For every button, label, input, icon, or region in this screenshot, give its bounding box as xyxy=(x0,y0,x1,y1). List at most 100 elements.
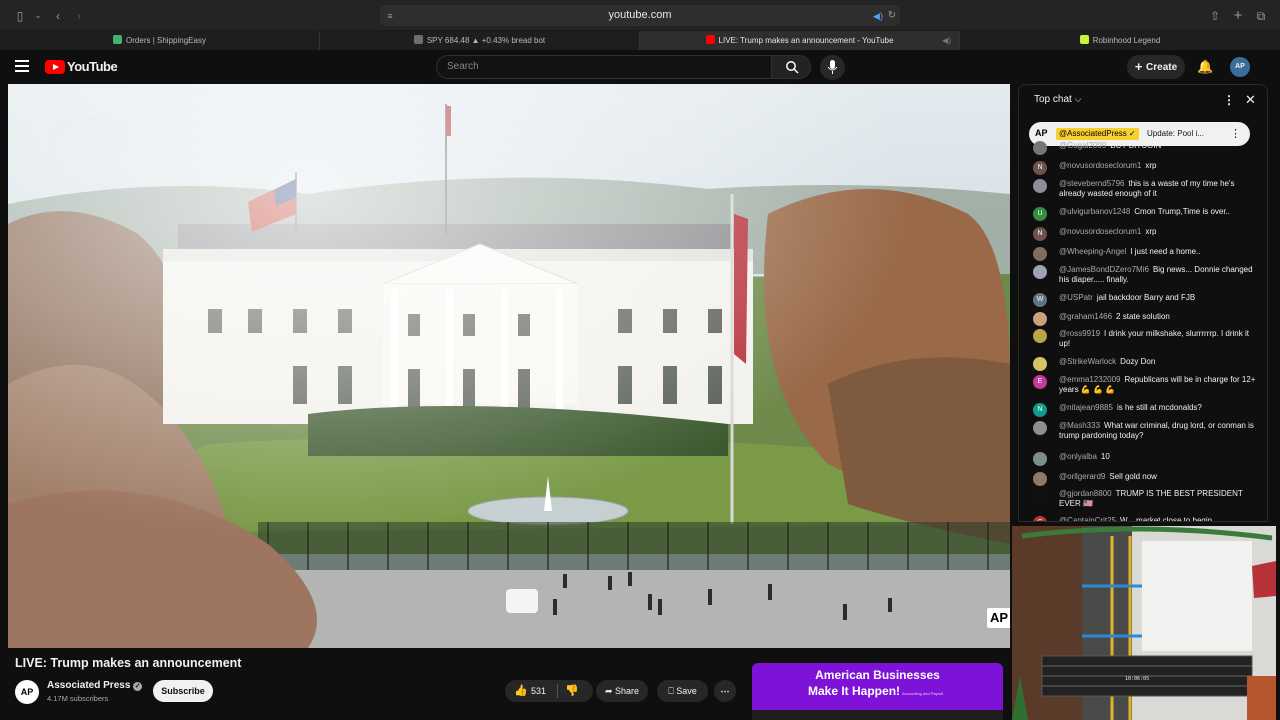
forward-button[interactable]: › xyxy=(71,8,87,24)
chat-message-body: @JamesBondDZero7Mi6 Big news... Donnie ch… xyxy=(1059,265,1261,285)
chat-author[interactable]: @USPatr xyxy=(1059,293,1093,302)
tab-robinhood[interactable]: Robinhood Legend xyxy=(960,31,1280,50)
chat-author[interactable]: @CaptainCrit25 xyxy=(1059,516,1116,521)
tab-label: Robinhood Legend xyxy=(1092,36,1161,45)
notifications-bell-icon[interactable]: 🔔 xyxy=(1197,59,1213,75)
share-button[interactable]: ➦ Share xyxy=(596,680,648,702)
chat-avatar xyxy=(1033,179,1047,193)
chat-message-body: @Wheeping-Angel I just need a home.. xyxy=(1059,247,1261,257)
close-chat-icon[interactable]: ✕ xyxy=(1245,92,1256,108)
mute-tab-icon[interactable]: ◀) xyxy=(942,31,951,50)
sidebar-toggle-icon[interactable]: ▯ xyxy=(12,8,28,24)
chat-author[interactable]: @JamesBondDZero7Mi6 xyxy=(1059,265,1149,274)
chat-message-list[interactable]: @Gugal2009 BUY BITCOIN N @novusordoseclorum… xyxy=(1019,141,1267,521)
chat-message-body: @StrikeWarlock Dozy Don xyxy=(1059,357,1261,367)
ad-line-2: Make It Happen! xyxy=(808,684,901,698)
chat-text: jail backdoor Barry and FJB xyxy=(1096,293,1196,302)
chevron-down-icon[interactable]: ⌄ xyxy=(30,8,46,24)
chat-author[interactable]: @novusordoseclorum1 xyxy=(1059,161,1141,170)
tab-youtube[interactable]: LIVE: Trump makes an announcement - YouT… xyxy=(640,31,960,50)
chat-avatar xyxy=(1033,312,1047,326)
robinhood-favicon-icon xyxy=(1079,35,1089,44)
verified-badge-icon: ✓ xyxy=(133,682,143,691)
chat-message-body: @Gugal2009 BUY BITCOIN xyxy=(1059,141,1261,151)
address-bar[interactable]: ≡ youtube.com ◀) ↻ xyxy=(380,5,900,26)
chat-mode-label: Top chat xyxy=(1034,94,1072,105)
chat-avatar: C xyxy=(1033,516,1047,521)
chat-author[interactable]: @graham1466 xyxy=(1059,312,1112,321)
divider xyxy=(557,684,558,698)
chat-more-icon[interactable]: ⋮ xyxy=(1223,93,1235,107)
chat-message-body: @CaptainCrit25 W... market close to begin xyxy=(1059,516,1261,521)
chat-author[interactable]: @Wheeping-Angel xyxy=(1059,247,1126,256)
chat-text: xrp xyxy=(1145,161,1157,170)
chat-message-body: @gjordan8800 TRUMP IS THE BEST PRESIDENT … xyxy=(1059,489,1261,509)
tab-overview-icon[interactable]: ⧉ xyxy=(1253,8,1269,24)
new-tab-icon[interactable]: + xyxy=(1230,8,1246,24)
chat-message-body: @graham1466 2 state solution xyxy=(1059,312,1261,322)
voice-search-button[interactable] xyxy=(820,55,845,80)
chat-author[interactable]: @Mash333 xyxy=(1059,421,1100,430)
dislike-button[interactable]: 👎 xyxy=(565,680,579,702)
chat-text: Sell gold now xyxy=(1109,472,1157,481)
chat-avatar: U xyxy=(1033,207,1047,221)
more-actions-icon[interactable]: ⋯ xyxy=(714,680,736,702)
youtube-logo-text[interactable]: YouTube xyxy=(67,59,118,74)
chat-message-body: @USPatr jail backdoor Barry and FJB xyxy=(1059,293,1261,303)
tab-shippingeasy[interactable]: Orders | ShippingEasy xyxy=(0,31,320,50)
search-icon xyxy=(786,61,799,74)
tab-bar: Orders | ShippingEasy SPY 684.48 ▲ +0.43… xyxy=(0,31,1280,50)
chat-message-body: @novusordoseclorum1 xrp xyxy=(1059,227,1261,237)
tab-label: SPY 684.48 ▲ +0.43% bread bot xyxy=(426,36,546,45)
chat-author[interactable]: @StrikeWarlock xyxy=(1059,357,1116,366)
chat-avatar xyxy=(1033,247,1047,261)
chat-avatar xyxy=(1033,141,1047,155)
youtube-logo-icon[interactable] xyxy=(45,60,65,74)
channel-avatar[interactable]: AP xyxy=(15,680,39,704)
picture-in-picture-webcam[interactable]: 10:06:05 xyxy=(1012,526,1276,720)
chat-text: Dozy Don xyxy=(1120,357,1156,366)
search-button[interactable] xyxy=(771,55,811,79)
chat-author[interactable]: @ross9919 xyxy=(1059,329,1100,338)
chat-avatar xyxy=(1033,421,1047,435)
subscriber-count: 4.17M subscribers xyxy=(47,694,109,703)
chat-author[interactable]: @emma1232009 xyxy=(1059,375,1121,384)
chat-author[interactable]: @stevebernd5796 xyxy=(1059,179,1125,188)
account-avatar[interactable]: AP xyxy=(1230,57,1250,77)
menu-icon[interactable] xyxy=(15,60,29,72)
tradingview-favicon-icon xyxy=(413,35,423,44)
chat-author[interactable]: @Gugal2009 xyxy=(1059,141,1106,150)
chat-avatar: N xyxy=(1033,403,1047,417)
save-button[interactable]: ⎕ Save xyxy=(657,680,708,702)
chat-author[interactable]: @novusordoseclorum1 xyxy=(1059,227,1141,236)
chat-author[interactable]: @orllgerard9 xyxy=(1059,472,1105,481)
chat-mode-dropdown[interactable]: Top chat ⌵ xyxy=(1034,94,1081,105)
chat-message-body: @ulvigurbanov1248 Cmon Trump,Time is over… xyxy=(1059,207,1261,217)
share-arrow-icon: ➦ xyxy=(604,686,615,696)
create-button[interactable]: + Create xyxy=(1127,55,1185,79)
share-icon[interactable]: ⇧ xyxy=(1207,8,1223,24)
video-player[interactable]: AP xyxy=(8,84,1010,648)
channel-name[interactable]: Associated Press ✓ xyxy=(47,680,143,691)
chat-avatar xyxy=(1033,265,1047,279)
like-button[interactable]: 👍 xyxy=(514,680,528,702)
chat-author[interactable]: @nitajean9885 xyxy=(1059,403,1113,412)
chat-text: xrp xyxy=(1145,227,1157,236)
reload-icon[interactable]: ↻ xyxy=(884,8,900,24)
chat-author[interactable]: @onlyalba xyxy=(1059,452,1097,461)
search-input[interactable]: Search xyxy=(436,55,772,79)
chat-avatar: E xyxy=(1033,375,1047,389)
chat-author[interactable]: @gjordan8800 xyxy=(1059,489,1112,498)
video-frame-white-house xyxy=(8,84,1010,648)
chat-avatar xyxy=(1033,472,1047,486)
sponsored-ad[interactable]: American Businesses Make It Happen! Acco… xyxy=(752,663,1003,720)
chat-author[interactable]: @ulvigurbanov1248 xyxy=(1059,207,1130,216)
back-button[interactable]: ‹ xyxy=(50,8,66,24)
tab-spy[interactable]: SPY 684.48 ▲ +0.43% bread bot xyxy=(320,31,640,50)
subscribe-button[interactable]: Subscribe xyxy=(153,680,213,702)
pinned-more-icon[interactable]: ⋮ xyxy=(1230,127,1241,140)
chat-message-body: @orllgerard9 Sell gold now xyxy=(1059,472,1261,482)
chat-message-body: @onlyalba 10 xyxy=(1059,452,1261,462)
chat-avatar xyxy=(1033,452,1047,466)
like-count: 531 xyxy=(531,686,547,696)
